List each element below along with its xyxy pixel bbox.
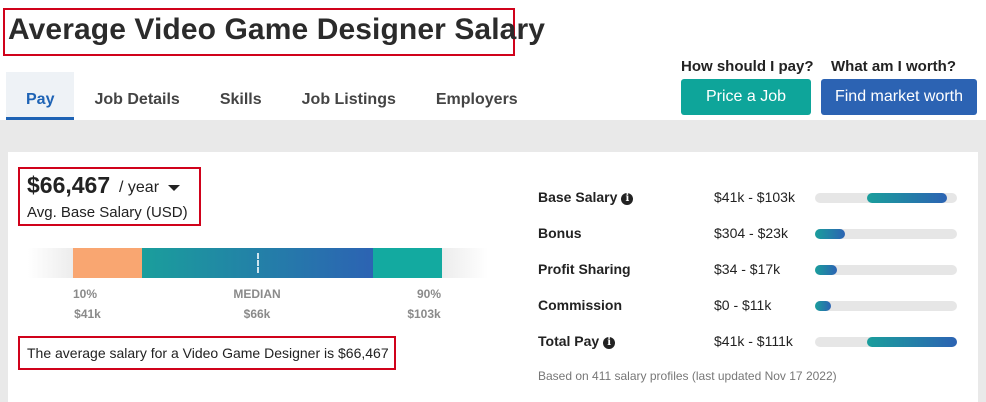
tab-job-details[interactable]: Job Details bbox=[74, 72, 199, 120]
base-salary-range-fill bbox=[867, 193, 947, 203]
total-pay-range: $41k - $111k bbox=[714, 333, 793, 349]
bonus-label: Bonus bbox=[538, 225, 582, 241]
pay-period-dropdown[interactable]: / year bbox=[119, 179, 159, 197]
info-icon[interactable]: i bbox=[621, 193, 634, 205]
commission-label: Commission bbox=[538, 297, 623, 313]
range-bar-high bbox=[373, 248, 442, 278]
average-salary-statement: The average salary for a Video Game Desi… bbox=[27, 345, 389, 361]
total-pay-label-text: Total Pay bbox=[538, 333, 600, 349]
find-market-worth-button[interactable]: Find market worth bbox=[821, 79, 977, 115]
commission-range: $0 - $11k bbox=[714, 297, 772, 313]
total-pay-range-track bbox=[815, 337, 957, 347]
low-percentile-value: $41k bbox=[74, 307, 101, 321]
median-value: $66k bbox=[243, 307, 271, 321]
tab-job-listings[interactable]: Job Listings bbox=[282, 72, 416, 120]
market-question: What am I worth? bbox=[831, 58, 956, 75]
median-marker bbox=[257, 253, 259, 273]
commission-range-track bbox=[815, 301, 957, 311]
profit-sharing-label: Profit Sharing bbox=[538, 261, 631, 277]
total-pay-range-fill bbox=[867, 337, 957, 347]
total-pay-label: Total Pay i bbox=[538, 333, 616, 349]
average-salary-amount: $66,467 bbox=[27, 172, 111, 198]
commission-range-fill bbox=[815, 301, 831, 311]
price-question: How should I pay? bbox=[681, 58, 814, 75]
price-a-job-button[interactable]: Price a Job bbox=[681, 79, 811, 115]
bonus-range-fill bbox=[815, 229, 845, 239]
high-percentile-label: 90% bbox=[416, 287, 442, 301]
profit-sharing-range: $34 - $17k bbox=[714, 261, 781, 277]
page-title: Average Video Game Designer Salary bbox=[8, 13, 545, 46]
tab-skills[interactable]: Skills bbox=[200, 72, 282, 120]
bonus-range: $304 - $23k bbox=[714, 225, 788, 241]
low-percentile-label: 10% bbox=[72, 287, 98, 301]
range-bar-low bbox=[73, 248, 142, 278]
bonus-range-track bbox=[815, 229, 957, 239]
chevron-down-icon[interactable] bbox=[168, 185, 180, 191]
median-label: MEDIAN bbox=[233, 287, 281, 301]
salary-footnote: Based on 411 salary profiles (last updat… bbox=[538, 369, 837, 383]
base-salary-range-track bbox=[815, 193, 957, 203]
high-percentile-value: $103k bbox=[407, 307, 441, 321]
base-salary-label: Base Salary i bbox=[538, 189, 634, 205]
tab-employers[interactable]: Employers bbox=[416, 72, 538, 120]
info-icon[interactable]: i bbox=[603, 337, 616, 349]
salary-caption: Avg. Base Salary (USD) bbox=[27, 204, 188, 221]
profit-sharing-range-fill bbox=[815, 265, 837, 275]
base-salary-label-text: Base Salary bbox=[538, 189, 618, 205]
profit-sharing-range-track bbox=[815, 265, 957, 275]
tab-bar: Pay Job Details Skills Job Listings Empl… bbox=[6, 72, 538, 120]
tab-pay[interactable]: Pay bbox=[6, 72, 75, 120]
base-salary-range: $41k - $103k bbox=[714, 189, 795, 205]
